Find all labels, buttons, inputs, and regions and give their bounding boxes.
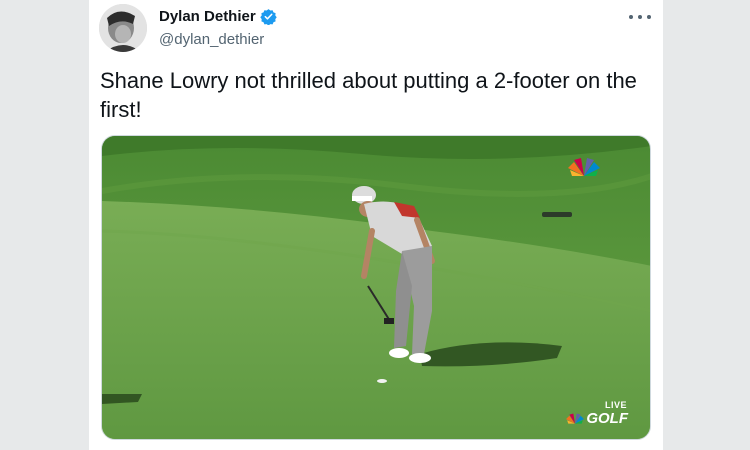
- peacock-icon: [566, 413, 585, 424]
- author-avatar[interactable]: [99, 4, 147, 52]
- avatar-image: [99, 4, 147, 52]
- verified-badge-icon: [259, 9, 277, 25]
- author-name[interactable]: Dylan Dethier: [159, 8, 277, 25]
- author-name-text[interactable]: Dylan Dethier: [159, 8, 256, 25]
- author-handle[interactable]: @dylan_dethier: [159, 31, 264, 48]
- tweet-card[interactable]: Dylan Dethier @dylan_dethier Shane Lowry…: [89, 0, 663, 450]
- tweet-video[interactable]: LIVE GOLF: [101, 135, 651, 440]
- more-dot: [647, 15, 651, 19]
- golf-scene-image: [102, 136, 650, 439]
- live-badge: LIVE: [604, 400, 627, 410]
- more-dot: [638, 15, 642, 19]
- network-logo: GOLF: [566, 410, 628, 427]
- more-options-icon[interactable]: [629, 8, 651, 26]
- more-dot: [629, 15, 633, 19]
- tweet-text: Shane Lowry not thrilled about putting a…: [100, 68, 637, 122]
- network-label: GOLF: [586, 410, 628, 427]
